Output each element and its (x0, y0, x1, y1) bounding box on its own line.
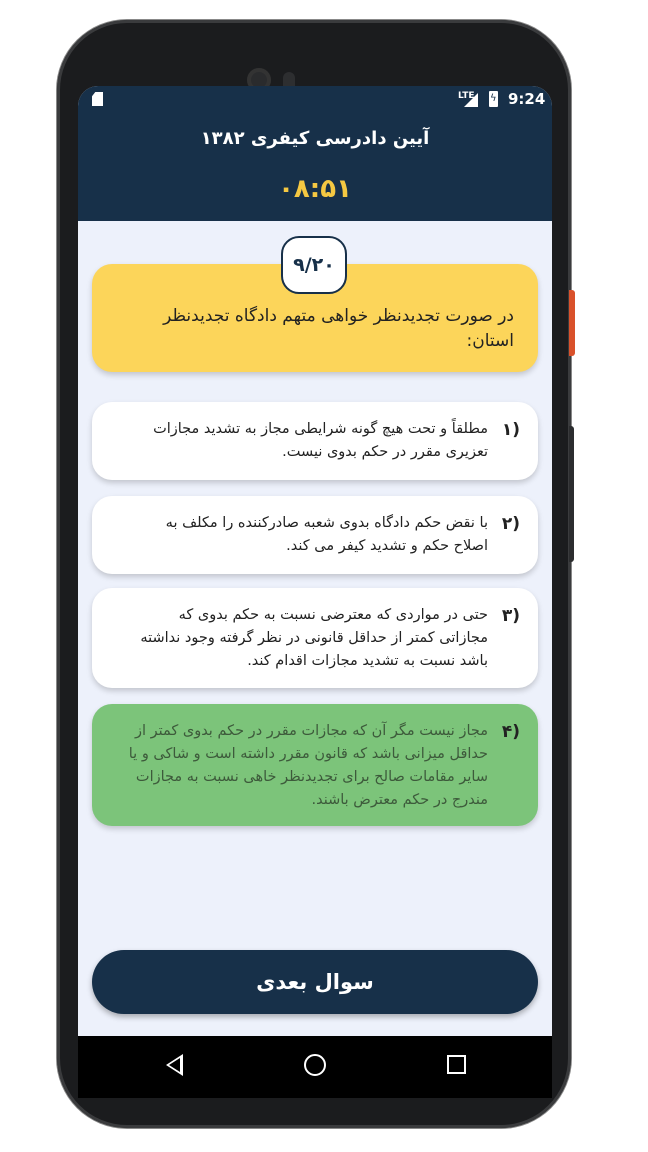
next-question-button[interactable]: سوال بعدی (92, 950, 538, 1014)
home-icon[interactable] (304, 1054, 326, 1076)
option-2[interactable]: (۲ با نقض حکم دادگاه بدوی شعبه صادرکننده… (92, 496, 538, 574)
app-header: LTE ϟ 9:24 آیین دادرسی کیفری ۱۳۸۲ ۰۸:۵۱ (78, 86, 552, 221)
sd-card-icon (92, 92, 103, 106)
option-1[interactable]: (۱ مطلقاً و تحت هیچ گونه شرایطی مجاز به … (92, 402, 538, 480)
android-nav-bar (78, 1036, 552, 1098)
charging-icon: ϟ (490, 93, 497, 104)
page-title: آیین دادرسی کیفری ۱۳۸۲ (200, 128, 430, 149)
question-text: در صورت تجدیدنظر خواهی متهم دادگاه تجدید… (163, 306, 514, 351)
volume-button (569, 426, 574, 562)
status-clock: 9:24 (508, 90, 546, 108)
option-number: (۴ (501, 722, 520, 742)
recent-apps-icon[interactable] (447, 1055, 466, 1074)
power-button (569, 290, 575, 356)
option-number: (۱ (501, 420, 520, 440)
option-number: (۲ (501, 514, 520, 534)
status-bar: LTE ϟ 9:24 (78, 86, 552, 114)
option-text: با نقض حکم دادگاه بدوی شعبه صادرکننده را… (165, 515, 488, 554)
option-text: مطلقاً و تحت هیچ گونه شرایطی مجاز به تشد… (153, 421, 488, 460)
back-icon[interactable] (166, 1054, 183, 1076)
question-counter: ۹/۲۰ (281, 236, 347, 294)
option-number: (۳ (501, 606, 520, 626)
countdown-timer: ۰۸:۵۱ (278, 174, 352, 204)
option-text: حتی در مواردی که معترضی نسبت به حکم بدوی… (140, 607, 488, 669)
app-screen: LTE ϟ 9:24 آیین دادرسی کیفری ۱۳۸۲ ۰۸:۵۱ … (78, 86, 552, 1036)
option-3[interactable]: (۳ حتی در مواردی که معترضی نسبت به حکم ب… (92, 588, 538, 688)
option-4-correct[interactable]: (۴ مجاز نیست مگر آن که مجازات مقرر در حک… (92, 704, 538, 826)
option-text: مجاز نیست مگر آن که مجازات مقرر در حکم ب… (128, 723, 488, 808)
